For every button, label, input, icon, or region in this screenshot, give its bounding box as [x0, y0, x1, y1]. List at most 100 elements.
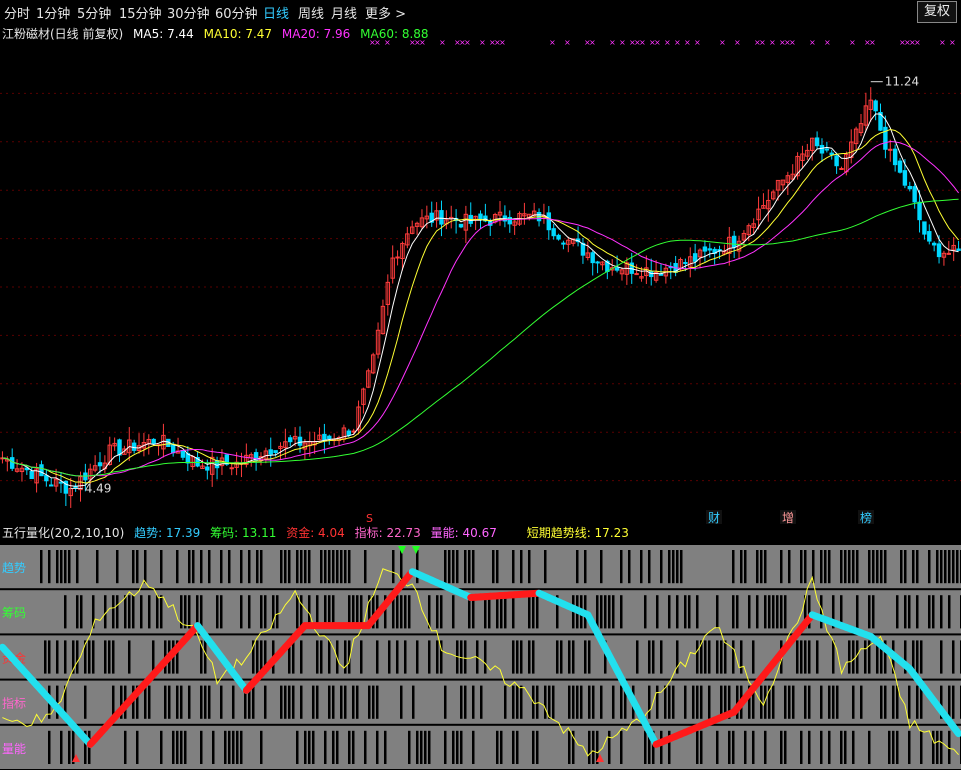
- band-bar: [296, 595, 299, 629]
- band-bar: [780, 730, 783, 764]
- band-bar: [544, 685, 547, 719]
- band-bar: [696, 730, 699, 764]
- band-bar: [872, 595, 875, 629]
- band-bar: [372, 685, 375, 719]
- candlestick-chart[interactable]: 11.244.49×× × ××× × ××× × ××× × × ×× × × ××× ×× × × × × × ×…: [0, 40, 961, 524]
- candle-body: [327, 435, 332, 440]
- band-bar: [168, 685, 171, 719]
- candle-body: [834, 155, 839, 167]
- band-bar: [852, 550, 855, 584]
- band-bar: [784, 730, 787, 764]
- band-bar: [504, 685, 507, 719]
- zhibiao-value: 指标: 22.73: [354, 526, 421, 540]
- band-bar: [364, 550, 367, 584]
- band-bar: [700, 685, 703, 719]
- band-bar: [184, 595, 187, 629]
- band-bar: [800, 730, 803, 764]
- band-bar: [76, 595, 79, 629]
- band-bar: [956, 550, 959, 584]
- band-bar: [916, 550, 919, 584]
- band-bar: [200, 685, 203, 719]
- band-bar: [472, 550, 475, 584]
- band-bar: [904, 550, 907, 584]
- band-bar: [532, 730, 535, 764]
- band-bar: [888, 730, 891, 764]
- band-bar: [48, 640, 51, 674]
- ma60-line: [2, 198, 959, 477]
- indicator-title: 五行量化(20,2,10,10): [2, 526, 125, 540]
- candle-body: [288, 437, 293, 443]
- band-bar: [340, 685, 343, 719]
- band-bar: [124, 595, 127, 629]
- tab-30min[interactable]: 30分钟: [167, 3, 210, 22]
- s-marker: S: [366, 512, 373, 524]
- tab-5min[interactable]: 5分钟: [77, 3, 111, 22]
- band-bar: [316, 685, 319, 719]
- ma60-label: MA60: 8.88: [360, 27, 429, 41]
- tab-1min[interactable]: 1分钟: [36, 3, 70, 22]
- candle-body: [902, 170, 908, 186]
- band-bar: [844, 730, 847, 764]
- candle-body: [49, 484, 54, 487]
- band-bar: [684, 685, 687, 719]
- band-bar: [352, 730, 355, 764]
- band-bar: [460, 730, 463, 764]
- band-bar: [516, 685, 519, 719]
- tab-daily[interactable]: 日线: [263, 3, 289, 22]
- band-bar: [320, 550, 323, 584]
- band-bar: [324, 730, 327, 764]
- tab-more[interactable]: 更多 >: [365, 3, 406, 22]
- band-bar: [588, 730, 591, 764]
- band-bar: [292, 640, 295, 674]
- band-bar: [684, 595, 687, 629]
- candle-body: [707, 248, 712, 251]
- fuquan-button[interactable]: 复权: [916, 1, 957, 23]
- candle-body: [819, 144, 825, 154]
- band-bar: [452, 550, 455, 584]
- signal-marker: ×: [464, 40, 471, 47]
- band-bar: [328, 550, 331, 584]
- band-bar: [680, 550, 683, 584]
- candle-body: [229, 467, 234, 470]
- tab-weekly[interactable]: 周线: [298, 3, 324, 22]
- signal-marker: ×: [939, 40, 946, 47]
- band-bar: [180, 730, 183, 764]
- band-bar: [484, 595, 487, 629]
- band-bar: [200, 595, 203, 629]
- band-bar: [952, 640, 955, 674]
- band-bar: [64, 595, 67, 629]
- wuxing-indicator-chart[interactable]: 趋势筹码资金指标量能: [0, 544, 961, 770]
- tab-fenshi[interactable]: 分时: [4, 3, 30, 22]
- band-bar: [940, 550, 943, 584]
- tab-15min[interactable]: 15分钟: [119, 3, 162, 22]
- band-bar: [368, 685, 371, 719]
- band-bar: [568, 640, 571, 674]
- band-bar: [688, 595, 691, 629]
- signal-marker: ×: [419, 40, 426, 47]
- candle-body: [614, 267, 620, 271]
- band-bar: [640, 550, 643, 584]
- band-label: 指标: [2, 696, 26, 711]
- candle-body: [546, 212, 552, 231]
- band-bar: [456, 730, 459, 764]
- candle-body: [551, 228, 556, 237]
- band-bar: [136, 550, 139, 584]
- band-bar: [68, 730, 71, 764]
- tab-monthly[interactable]: 月线: [331, 3, 357, 22]
- band-bar: [724, 640, 727, 674]
- band-bar: [348, 730, 351, 764]
- band-bar: [336, 730, 339, 764]
- band-bar: [940, 640, 943, 674]
- band-bar: [644, 595, 647, 629]
- band-bar: [716, 640, 719, 674]
- band-bar: [732, 550, 735, 584]
- signal-marker: ×: [694, 40, 701, 47]
- band-bar: [588, 685, 591, 719]
- band-bar: [756, 550, 759, 584]
- signal-marker: ×: [789, 40, 796, 47]
- band-bar: [784, 595, 787, 629]
- band-bar: [156, 595, 159, 629]
- candle-body: [214, 460, 220, 469]
- band-bar: [804, 640, 807, 674]
- tab-60min[interactable]: 60分钟: [215, 3, 258, 22]
